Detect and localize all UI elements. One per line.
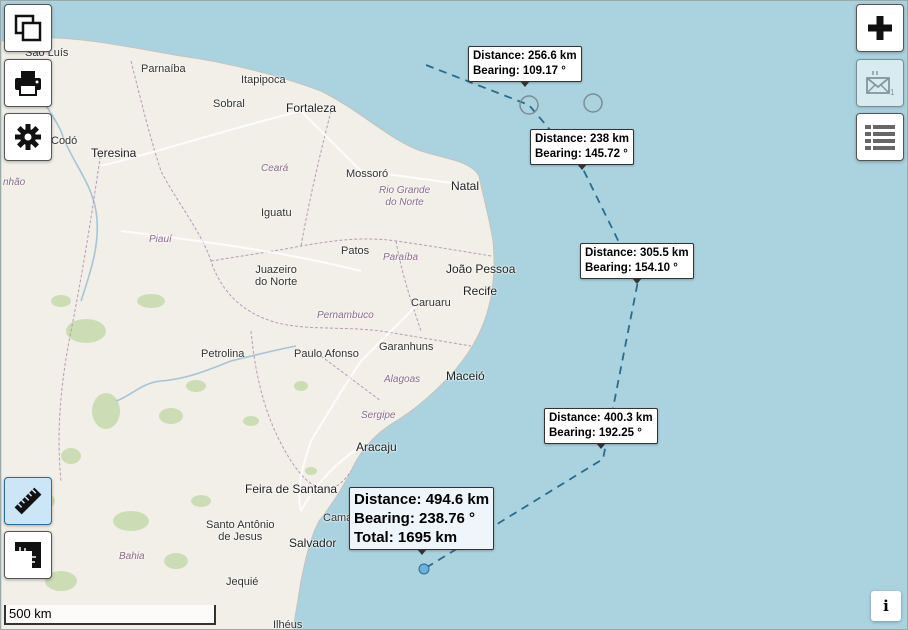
place-label: Paulo Afonso [294, 348, 359, 360]
place-label-line: Juazeiro [255, 264, 297, 276]
vertex-handle[interactable] [583, 93, 603, 113]
printer-icon [15, 71, 41, 96]
distance-text: Distance: 238 km [535, 133, 629, 145]
place-label-line: do Norte [255, 276, 298, 288]
place-label: Codó [51, 135, 78, 147]
place-label: Santo Antônio de Jesus [206, 519, 275, 543]
measure-endpoint[interactable] [418, 563, 430, 575]
measure-tooltip: Distance: 305.5 km Bearing: 154.10 ° [580, 243, 694, 284]
place-label: Fortaleza [286, 101, 337, 115]
measure-area-button[interactable] [4, 531, 52, 579]
settings-button[interactable] [4, 113, 52, 161]
plus-icon [868, 16, 892, 40]
layer-list-button[interactable] [856, 113, 904, 161]
copy-layers-icon [14, 14, 42, 42]
place-label: Jequié [226, 576, 259, 588]
map-view[interactable]: São Luís Parnaíba Itapipoca Sobral Forta… [0, 0, 908, 630]
measure-tooltip: Distance: 256.6 km Bearing: 109.17 ° [468, 46, 582, 87]
gear-icon [15, 124, 41, 150]
bearing-text: Bearing: 238.76 ° [354, 510, 476, 527]
place-label: Maceió [446, 369, 485, 383]
place-label: Recife [463, 284, 498, 298]
scale-label: 500 km [9, 606, 52, 621]
distance-text: Distance: 494.6 km [354, 491, 490, 508]
place-label: Feira de Santana [245, 482, 338, 496]
bearing-text: Bearing: 192.25 ° [549, 427, 642, 439]
measure-distance-button[interactable] [4, 477, 52, 525]
place-label-line: Santo Antônio [206, 519, 275, 531]
measure-tooltip-total: Distance: 494.6 km Bearing: 238.76 ° Tot… [349, 487, 495, 555]
copy-layers-button[interactable] [4, 4, 52, 52]
state-label: Ceará [261, 163, 289, 174]
place-label: Parnaíba [141, 63, 186, 75]
place-label: Mossoró [346, 168, 389, 180]
place-label: Cama [323, 512, 353, 524]
bearing-text: Bearing: 154.10 ° [585, 262, 678, 274]
place-label: João Pessoa [446, 262, 516, 276]
place-label: Sobral [213, 98, 245, 110]
total-distance-text: Total: 1695 km [354, 529, 458, 546]
state-label: Sergipe [361, 410, 396, 421]
place-label: Itapipoca [241, 74, 286, 86]
bearing-text: Bearing: 109.17 ° [473, 65, 566, 77]
place-label: Natal [451, 179, 480, 193]
vertex-handle[interactable] [519, 95, 539, 115]
place-label: Patos [341, 245, 370, 257]
list-icon [865, 125, 895, 150]
state-label: Paraíba [383, 252, 419, 263]
place-label: Caruaru [411, 297, 451, 309]
state-label: Alagoas [384, 374, 421, 385]
distance-text: Distance: 256.6 km [473, 50, 577, 62]
state-label-line: Rio Grande [379, 185, 431, 196]
place-label: Ilhéus [273, 619, 303, 630]
distance-text: Distance: 400.3 km [549, 412, 653, 424]
envelope-icon: 1 [866, 71, 895, 97]
place-label: Juazeiro do Norte [255, 264, 297, 288]
bearing-text: Bearing: 145.72 ° [535, 148, 628, 160]
state-label: Rio Grande do Norte [379, 185, 430, 209]
state-label: Bahia [119, 551, 145, 562]
feedback-button[interactable]: 1 [856, 59, 904, 107]
place-label-line: de Jesus [218, 531, 263, 543]
place-label: Teresina [91, 146, 137, 160]
print-button[interactable] [4, 59, 52, 107]
corner-ruler-icon [15, 542, 41, 568]
state-label: Piauí [149, 234, 172, 245]
place-label: Iguatu [261, 207, 292, 219]
zoom-in-button[interactable] [856, 4, 904, 52]
state-label-line: do Norte [385, 197, 424, 208]
ruler-icon [14, 487, 42, 515]
scale-bar: 500 km [4, 605, 216, 625]
state-label: nhão [3, 177, 26, 188]
svg-text:1: 1 [890, 88, 895, 97]
place-label: Aracaju [356, 440, 397, 454]
distance-text: Distance: 305.5 km [585, 247, 689, 259]
place-label: Petrolina [201, 348, 245, 360]
place-label: Salvador [289, 536, 337, 550]
info-icon: i [883, 597, 889, 615]
measure-tooltip: Distance: 238 km Bearing: 145.72 ° [530, 129, 634, 170]
state-label: Pernambuco [317, 310, 374, 321]
place-label: Garanhuns [379, 341, 434, 353]
info-button[interactable]: i [871, 591, 901, 621]
measure-tooltip: Distance: 400.3 km Bearing: 192.25 ° [544, 408, 658, 449]
